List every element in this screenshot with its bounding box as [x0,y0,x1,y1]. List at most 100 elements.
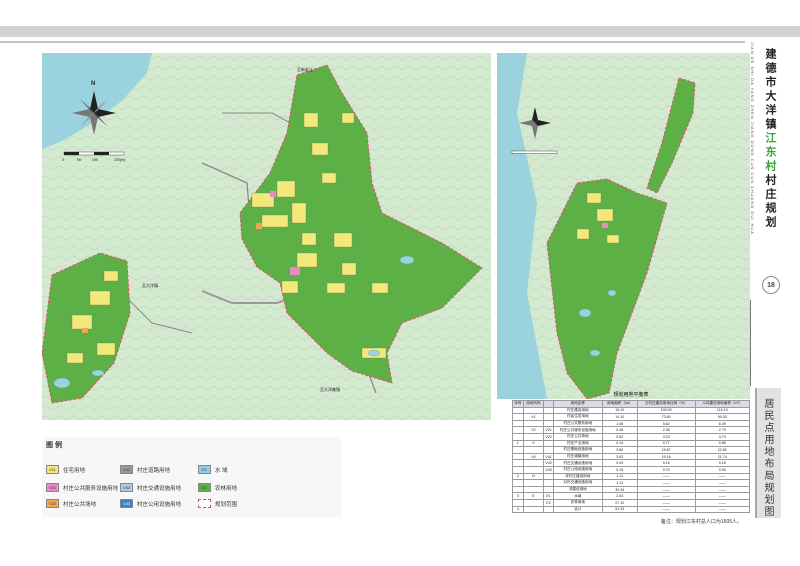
table-cell: 0.77 [636,439,696,448]
table-cell: 30.34 [601,485,638,494]
table-cell: 3.70 [694,432,751,441]
data-table: 序号 用地代码 用地名称 用地面积（ha） 占村庄建设用地比例（%） 人均建设用地面积（m… [512,400,751,514]
legend-swatch [198,499,211,508]
place-label-3: 至大洋镇 [142,282,158,288]
legend-item: 规划范围 [198,499,237,508]
table-cell: V42 [543,459,554,467]
table-cell: 3.63 [601,452,638,461]
legend-swatch: V11 [46,465,59,474]
legend-item: V22 村庄公共场地 [46,499,96,508]
table-cell [512,465,524,474]
table-cell [522,406,545,415]
table-cell: 非村庄建设用地 [552,472,603,481]
legend-item: V42 村庄交通设施用地 [120,483,181,492]
table-cell: V [522,439,545,448]
table-cell [512,459,524,467]
table-cell [543,479,554,487]
table-cell [543,505,554,514]
table-row: E2 农林用地 27.10 —— —— [512,498,751,507]
table-cell: 村庄公共场地 [552,432,603,441]
table-cell [543,406,554,415]
legend-label: 住宅用地 [63,467,86,474]
detail-map[interactable] [497,53,750,399]
table-cell: 119.13 [694,406,751,415]
header-bar [0,26,800,37]
table-cell [522,498,545,507]
table-cell [512,446,524,454]
title-part-plan: 村庄规划 [764,174,776,230]
table-cell: 0.18 [694,459,751,467]
table-cell: 农林用地 [552,498,603,507]
table-cell: —— [636,479,696,487]
table-row: 村庄公共服务用地 1.08 5.62 6.49 [512,419,751,428]
table-cell: 73.80 [636,413,696,421]
legend-item: V11 住宅用地 [46,465,85,474]
table-cell [512,419,524,428]
legend-item: E2 农林用地 [198,483,237,492]
table-cell: 2.54 [601,492,638,500]
table-row: V22 村庄公共场地 0.63 3.23 3.70 [512,432,751,441]
table-cell: 0.63 [601,432,638,441]
title-romanization: JIAN DE SHI DA YANG ZHEN JIANG DONG CUN … [750,42,755,235]
legend-label: 村庄公用设施用地 [137,501,182,508]
main-map[interactable]: N 0 50 100 200(m) 至新安江 至大洋集镇 至大洋镇 [42,53,491,420]
table-cell: N [522,472,545,481]
table-cell: 2.79 [694,426,751,434]
legend-label: 农林用地 [215,485,238,492]
table-cell: V4 [522,452,545,461]
table-cell: 14.10 [601,413,638,421]
table-cell: —— [694,472,751,481]
table-cell: 51.33 [601,505,638,514]
legend-swatch: E1 [198,465,211,474]
table-cell: 1 [512,439,524,448]
table-cell: 19.16 [636,452,696,461]
table-cell: V41 [543,452,554,461]
table-cell: 0.16 [636,459,696,467]
table-header-cell: 用地名称 [552,400,603,408]
legend-label: 村庄公共场地 [63,501,97,508]
legend-label: 村庄交通设施用地 [137,485,182,492]
table-row: V43 村庄公用设施用地 0.15 0.75 0.90 [512,465,751,474]
table-cell [543,446,554,454]
table-cell [522,465,545,474]
table-header-cell: 人均建设用地面积（m²） [694,400,751,408]
table-cell: 3.23 [636,432,696,441]
table-cell [522,419,545,428]
legend-item: V41 村庄道路用地 [120,465,170,474]
table-cell: 1.11 [601,472,638,481]
table-cell: 19.87 [636,446,696,454]
table-cell: 0.45 [601,426,638,434]
table-cell: V1 [522,413,545,421]
table-cell [512,498,524,507]
table-cell: 0.03 [601,459,638,467]
table-cell [512,413,524,421]
table-cell [522,479,545,487]
table-row: 非建设用地 30.34 —— —— [512,485,751,494]
north-label: N [91,81,95,87]
page-number: 18 [762,276,780,294]
table-cell: 0.86 [694,439,751,448]
table-cell: 村民住宅用地 [552,413,603,421]
header-rule [0,41,745,43]
legend-item: E1 水 域 [198,465,228,474]
table-header-cell [543,400,554,408]
table-cell [522,459,545,467]
land-balance-table: 规划用地平衡表 序号 用地代码 用地名称 用地面积（ha） 占村庄建设用地比例（%） 人均… [512,392,751,525]
table-note: 备注：规划江东村总人口为1605人。 [660,519,742,525]
table-cell: 4 [512,505,524,514]
table-cell: 村庄建设用地 [552,406,603,415]
legend-swatch: V22 [46,499,59,508]
table-cell: 水域 [552,492,603,500]
table-cell: V2 [522,426,545,434]
scale-100: 100 [92,158,98,162]
table-cell: —— [636,492,696,500]
place-label-1: 至新安江 [297,66,313,72]
table-cell: 村庄产业用地 [552,439,603,448]
table-cell: 村庄公共服务设施用地 [552,426,603,434]
table-cell: 3.80 [601,446,638,454]
table-cell: 村庄交通设施用地 [552,459,603,467]
table-cell: E1 [543,492,554,500]
table-cell: —— [694,485,751,494]
table-cell: 19.10 [601,406,638,415]
table-cell [512,432,524,441]
